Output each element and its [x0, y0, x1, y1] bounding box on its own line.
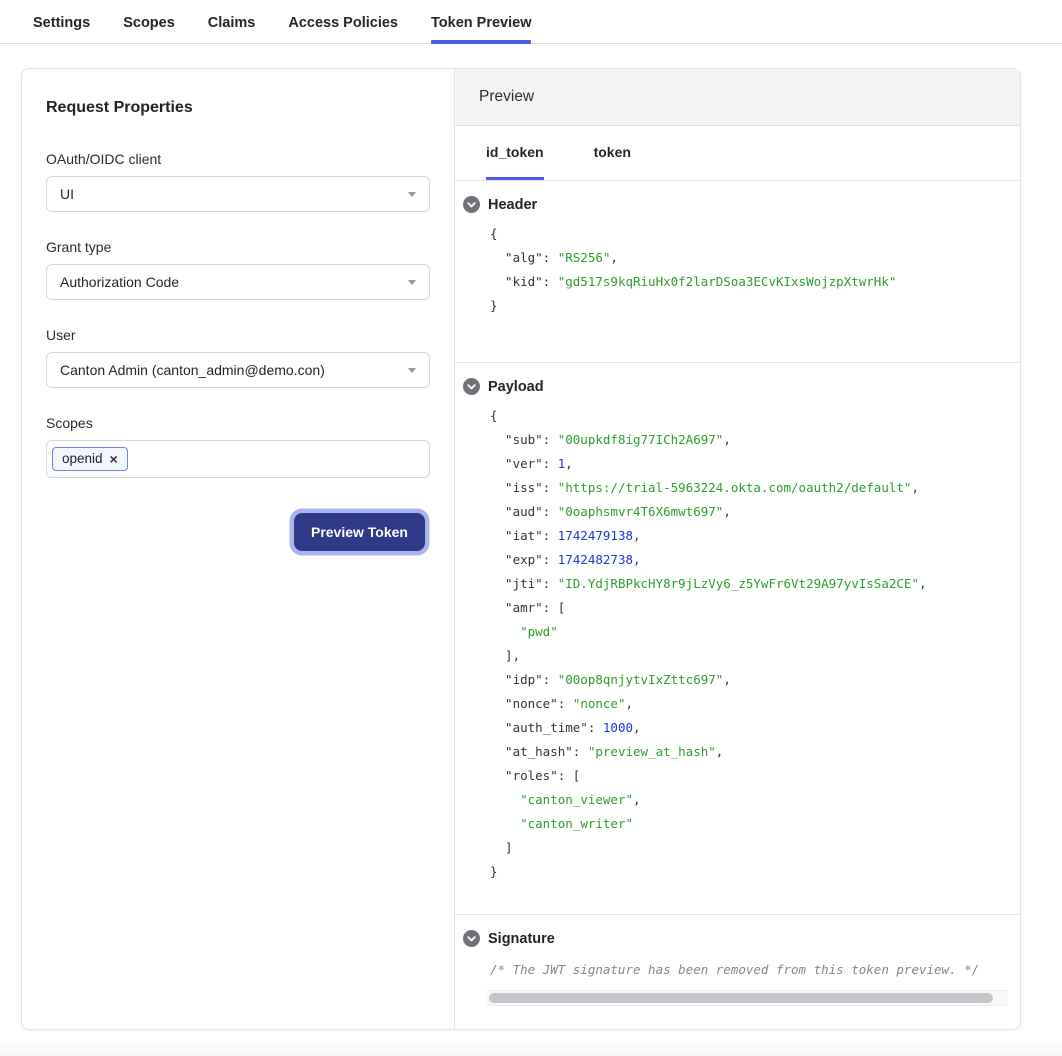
- page-bottom-strip: [0, 1038, 1062, 1056]
- section-payload-head[interactable]: Payload: [463, 378, 1008, 395]
- code-line: {: [490, 222, 1008, 246]
- code-line: }: [490, 860, 1008, 884]
- code-line: "roles": [: [490, 764, 1008, 788]
- tab-claims[interactable]: Claims: [208, 0, 256, 43]
- section-title: Signature: [488, 931, 555, 947]
- code-line: "alg": "RS256",: [490, 246, 1008, 270]
- oauth-client-value: UI: [60, 186, 74, 202]
- grant-type-label: Grant type: [46, 239, 430, 255]
- field-user: User Canton Admin (canton_admin@demo.con): [46, 327, 430, 388]
- preview-title: Preview: [479, 88, 534, 106]
- token-preview-card: Request Properties OAuth/OIDC client UI Gr…: [21, 68, 1021, 1030]
- code-line: "ver": 1,: [490, 452, 1008, 476]
- chevron-down-icon: [408, 368, 416, 373]
- code-line: }: [490, 294, 1008, 318]
- field-scopes: Scopes openid ×: [46, 415, 430, 478]
- chevron-down-circle-icon: [463, 378, 480, 395]
- user-select[interactable]: Canton Admin (canton_admin@demo.con): [46, 352, 430, 388]
- code-line: "canton_viewer",: [490, 788, 1008, 812]
- code-line: "auth_time": 1000,: [490, 716, 1008, 740]
- tab-token-preview[interactable]: Token Preview: [431, 0, 531, 43]
- section-title: Payload: [488, 379, 544, 395]
- form-fields: OAuth/OIDC client UI Grant type Authorizati…: [46, 151, 430, 388]
- code-line: "kid": "gd517s9kqRiuHx0f2larDSoa3ECvKIxs…: [490, 270, 1008, 294]
- preview-token-button[interactable]: Preview Token: [294, 513, 425, 551]
- request-properties-title: Request Properties: [46, 99, 430, 117]
- chevron-down-icon: [408, 280, 416, 285]
- section-payload: Payload { "sub": "00upkdf8ig77ICh2A697",…: [455, 363, 1021, 915]
- tab-id-token[interactable]: id_token: [486, 126, 544, 180]
- code-line: ]: [490, 836, 1008, 860]
- signature-removed-comment: /* The JWT signature has been removed fr…: [490, 962, 1008, 977]
- button-row: Preview Token: [46, 508, 430, 556]
- scope-chip-openid: openid ×: [52, 447, 128, 471]
- field-oauth-client: OAuth/OIDC client UI: [46, 151, 430, 212]
- code-line: "nonce": "nonce",: [490, 692, 1008, 716]
- code-line: "idp": "00op8qnjytvIxZttc697",: [490, 668, 1008, 692]
- tab-token[interactable]: token: [594, 126, 631, 180]
- code-line: "sub": "00upkdf8ig77ICh2A697",: [490, 428, 1008, 452]
- chevron-down-circle-icon: [463, 930, 480, 947]
- payload-json-code: { "sub": "00upkdf8ig77ICh2A697", "ver": …: [490, 404, 1008, 884]
- code-line: ],: [490, 644, 1008, 668]
- preview-panel: Preview id_token token Header { "alg": "R…: [454, 69, 1021, 1029]
- code-line: "amr": [: [490, 596, 1008, 620]
- code-line: "pwd": [490, 620, 1008, 644]
- section-header: Header { "alg": "RS256", "kid": "gd517s9…: [455, 181, 1021, 363]
- code-line: "exp": 1742482738,: [490, 548, 1008, 572]
- scope-chip-label: openid: [62, 451, 103, 466]
- tab-settings[interactable]: Settings: [33, 0, 90, 43]
- preview-panel-header: Preview: [455, 69, 1021, 126]
- code-line: "jti": "ID.YdjRBPkcHY8r9jLzVy6_z5YwFr6Vt…: [490, 572, 1008, 596]
- scopes-label: Scopes: [46, 415, 430, 431]
- signature-scrollbar-track: [486, 990, 1008, 1006]
- grant-type-value: Authorization Code: [60, 274, 179, 290]
- tab-access-policies[interactable]: Access Policies: [288, 0, 398, 43]
- section-header-head[interactable]: Header: [463, 196, 1008, 213]
- chevron-down-circle-icon: [463, 196, 480, 213]
- oauth-client-select[interactable]: UI: [46, 176, 430, 212]
- section-signature: Signature /* The JWT signature has been …: [455, 915, 1021, 1029]
- section-signature-head[interactable]: Signature: [463, 930, 1008, 947]
- grant-type-select[interactable]: Authorization Code: [46, 264, 430, 300]
- header-json-code: { "alg": "RS256", "kid": "gd517s9kqRiuHx…: [490, 222, 1008, 318]
- code-line: "aud": "0oaphsmvr4T6X6mwt697",: [490, 500, 1008, 524]
- section-title: Header: [488, 197, 537, 213]
- chevron-down-icon: [408, 192, 416, 197]
- code-line: "iat": 1742479138,: [490, 524, 1008, 548]
- top-tabs: Settings Scopes Claims Access Policies Token…: [0, 0, 1062, 44]
- oauth-client-label: OAuth/OIDC client: [46, 151, 430, 167]
- request-properties-panel: Request Properties OAuth/OIDC client UI Gr…: [22, 69, 454, 1029]
- signature-scrollbar-thumb[interactable]: [489, 993, 993, 1003]
- code-line: {: [490, 404, 1008, 428]
- field-grant-type: Grant type Authorization Code: [46, 239, 430, 300]
- code-line: "at_hash": "preview_at_hash",: [490, 740, 1008, 764]
- remove-scope-icon[interactable]: ×: [110, 453, 118, 465]
- tab-scopes[interactable]: Scopes: [123, 0, 175, 43]
- user-label: User: [46, 327, 430, 343]
- token-type-tabs: id_token token: [455, 126, 1021, 181]
- user-value: Canton Admin (canton_admin@demo.con): [60, 362, 325, 378]
- code-line: "iss": "https://trial-5963224.okta.com/o…: [490, 476, 1008, 500]
- code-line: "canton_writer": [490, 812, 1008, 836]
- scopes-input[interactable]: openid ×: [46, 440, 430, 478]
